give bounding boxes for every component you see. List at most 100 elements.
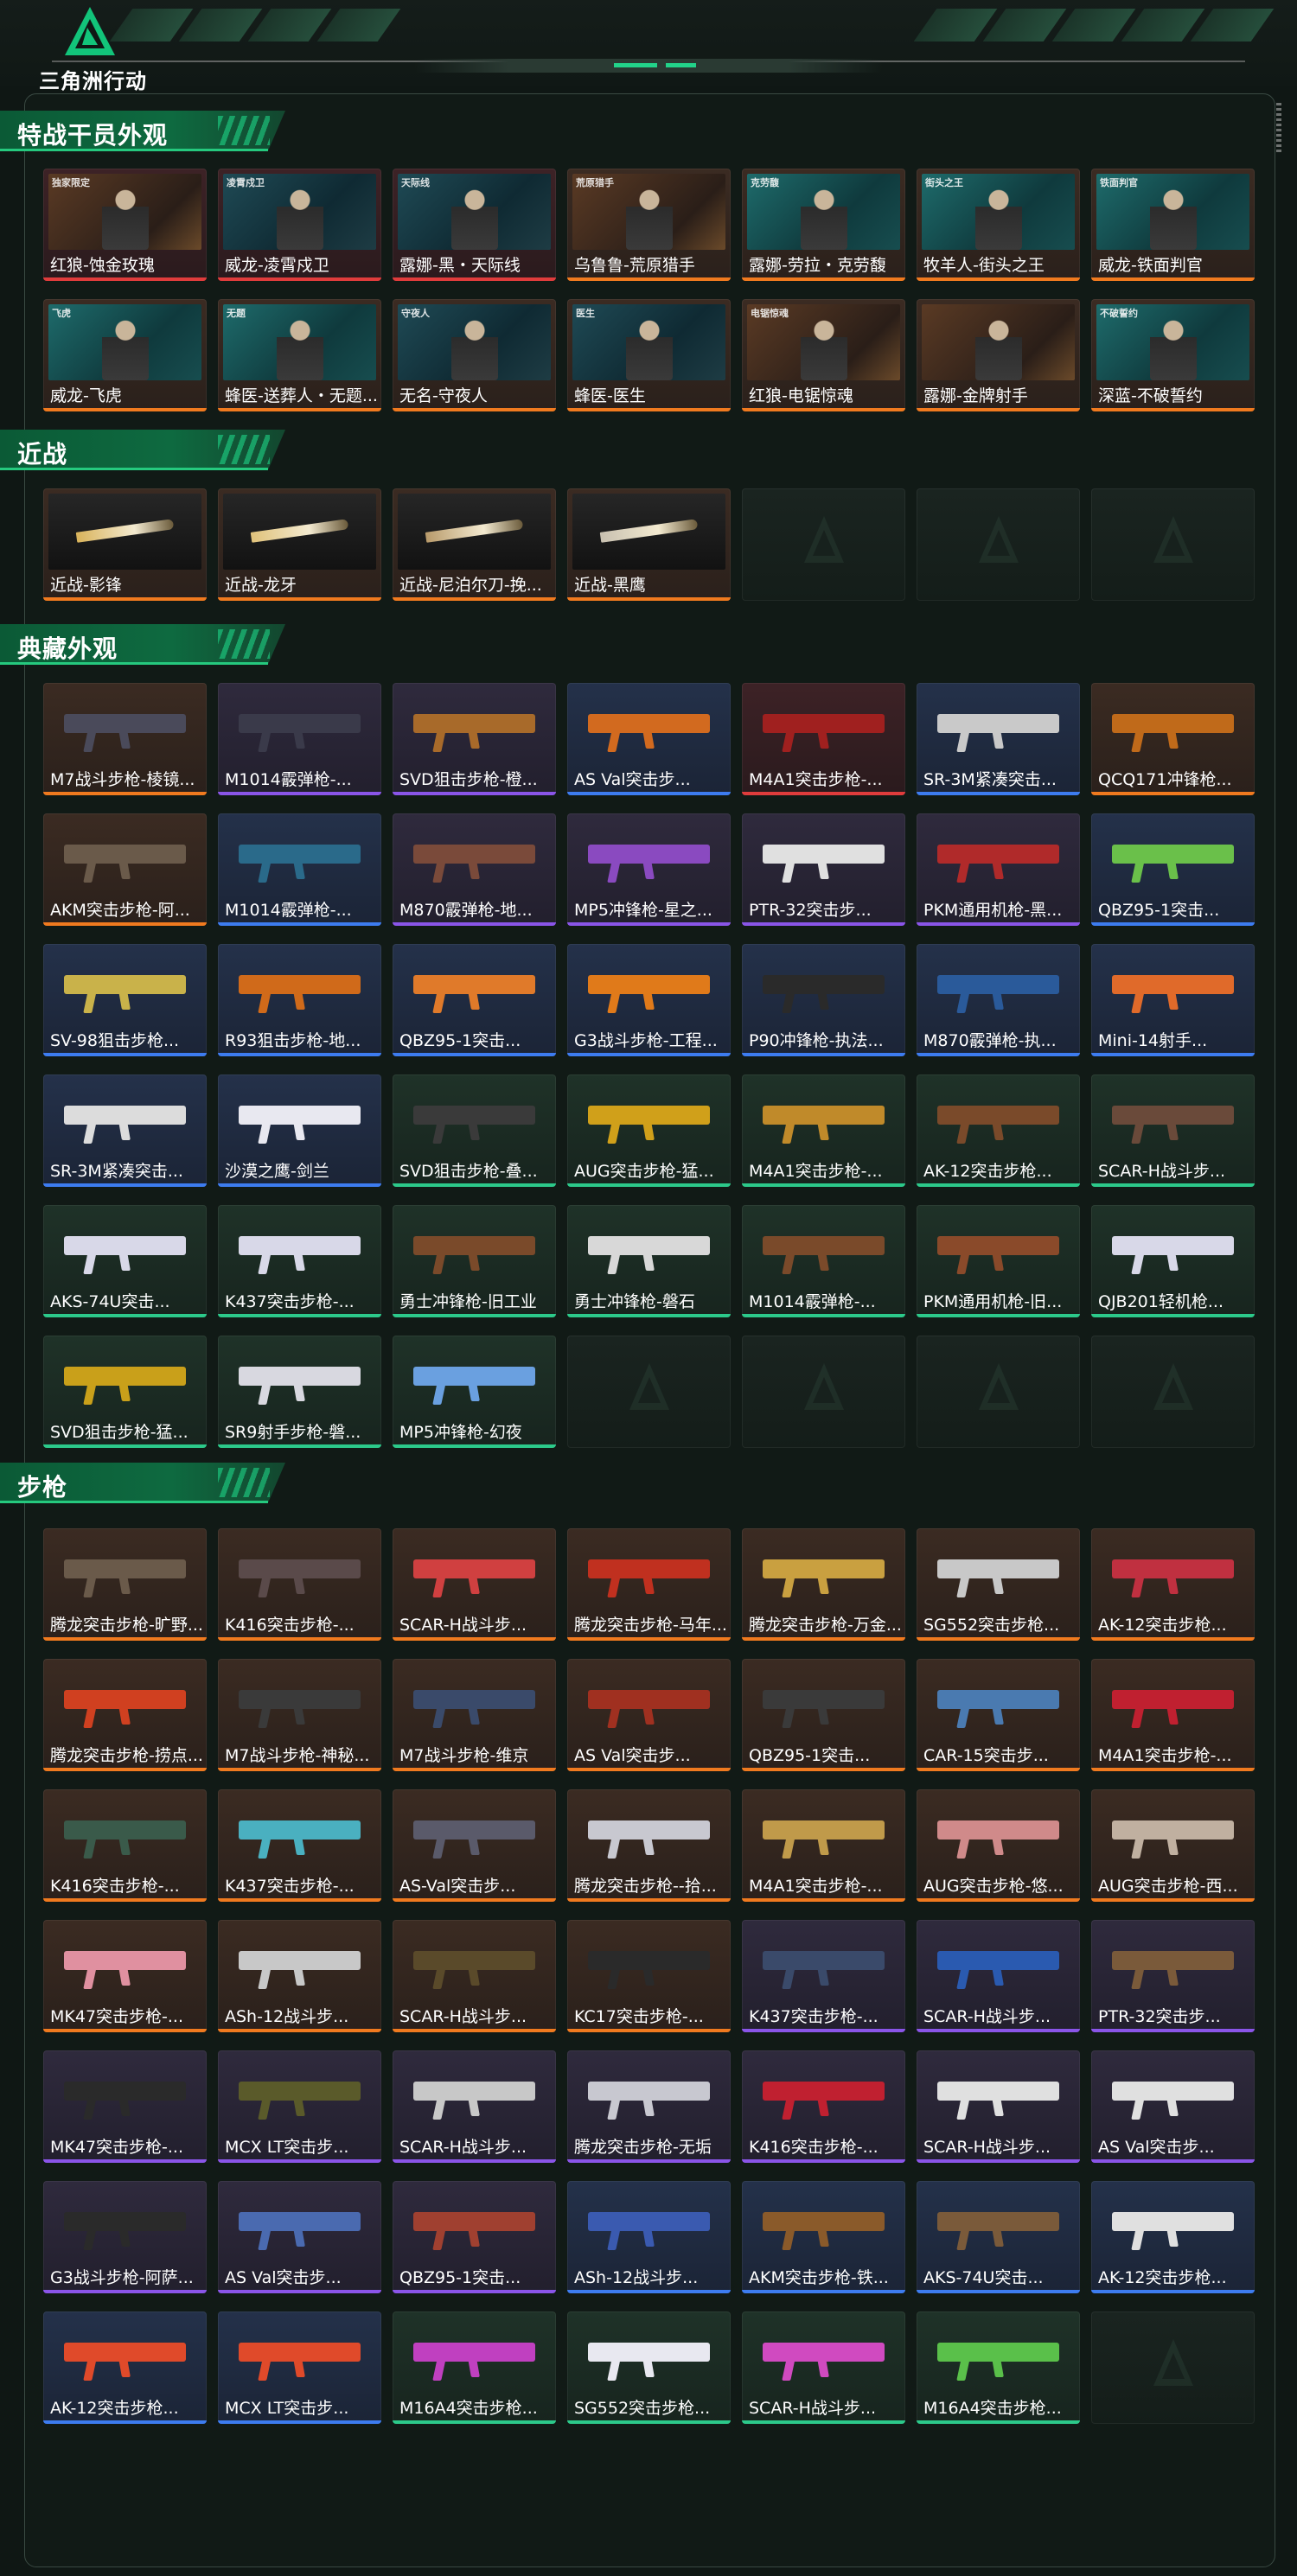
item-card[interactable]: ASh-12战斗步... (218, 1920, 381, 2032)
item-card[interactable]: QBZ95-1突击... (393, 944, 556, 1056)
item-card[interactable]: 近战-影锋 (43, 488, 207, 601)
item-card[interactable]: AUG突击步枪-猛... (567, 1074, 731, 1187)
item-card[interactable]: 克劳馥 露娜-劳拉・克劳馥 (742, 169, 905, 281)
item-card[interactable]: AK-12突击步枪... (43, 2311, 207, 2424)
item-card[interactable]: KC17突击步枪-... (567, 1920, 731, 2032)
item-card[interactable]: K416突击步枪-... (742, 2050, 905, 2163)
item-card[interactable]: M1014霰弹枪-... (218, 683, 381, 795)
item-card[interactable]: ASh-12战斗步... (567, 2181, 731, 2293)
item-card[interactable]: 凌霄戍卫 威龙-凌霄戍卫 (218, 169, 381, 281)
item-card[interactable]: MP5冲锋枪-星之... (567, 813, 731, 926)
item-card[interactable]: SR-3M紧凑突击... (43, 1074, 207, 1187)
item-card[interactable]: M16A4突击步枪... (393, 2311, 556, 2424)
item-card[interactable]: 铁面判官 威龙-铁面判官 (1091, 169, 1255, 281)
item-card[interactable]: AS Val突击步... (218, 2181, 381, 2293)
item-card[interactable]: K437突击步枪-... (218, 1205, 381, 1317)
item-card[interactable]: 守夜人 无名-守夜人 (393, 299, 556, 411)
item-card[interactable]: 露娜-金牌射手 (917, 299, 1080, 411)
item-card[interactable]: AUG突击步枪-悠... (917, 1789, 1080, 1902)
item-card[interactable]: SVD狙击步枪-橙... (393, 683, 556, 795)
item-card[interactable]: 沙漠之鹰-剑兰 (218, 1074, 381, 1187)
item-card[interactable]: M870霰弹枪-执... (917, 944, 1080, 1056)
item-card[interactable]: PTR-32突击步... (1091, 1920, 1255, 2032)
item-card[interactable]: AUG突击步枪-西... (1091, 1789, 1255, 1902)
item-card[interactable]: M1014霰弹枪-... (218, 813, 381, 926)
item-card[interactable]: 腾龙突击步枪-旷野... (43, 1528, 207, 1641)
item-card[interactable]: SCAR-H战斗步... (1091, 1074, 1255, 1187)
item-card[interactable]: AK-12突击步枪... (917, 1074, 1080, 1187)
item-card[interactable]: QJB201轻机枪... (1091, 1205, 1255, 1317)
item-card[interactable]: 医生 蜂医-医生 (567, 299, 731, 411)
item-card[interactable]: QBZ95-1突击... (742, 1659, 905, 1771)
item-card[interactable]: SR-3M紧凑突击... (917, 683, 1080, 795)
item-card[interactable]: QBZ95-1突击... (393, 2181, 556, 2293)
item-card[interactable]: G3战斗步枪-阿萨... (43, 2181, 207, 2293)
item-card[interactable]: 勇士冲锋枪-磐石 (567, 1205, 731, 1317)
item-card[interactable]: M16A4突击步枪... (917, 2311, 1080, 2424)
item-card[interactable]: M870霰弹枪-地... (393, 813, 556, 926)
item-card[interactable]: 飞虎 威龙-飞虎 (43, 299, 207, 411)
item-card[interactable]: AKS-74U突击... (43, 1205, 207, 1317)
item-card[interactable]: 腾龙突击步枪-捞点... (43, 1659, 207, 1771)
item-card[interactable]: 腾龙突击步枪-万金... (742, 1528, 905, 1641)
item-card[interactable]: AKM突击步枪-铁... (742, 2181, 905, 2293)
item-card[interactable]: 电锯惊魂 红狼-电锯惊魂 (742, 299, 905, 411)
item-card[interactable]: SVD狙击步枪-叠... (393, 1074, 556, 1187)
item-card[interactable]: AS Val突击步... (1091, 2050, 1255, 2163)
item-card[interactable]: AK-12突击步枪... (1091, 1528, 1255, 1641)
item-card[interactable]: 勇士冲锋枪-旧工业 (393, 1205, 556, 1317)
item-card[interactable]: P90冲锋枪-执法... (742, 944, 905, 1056)
item-card[interactable]: 街头之王 牧羊人-街头之王 (917, 169, 1080, 281)
item-card[interactable]: AK-12突击步枪... (1091, 2181, 1255, 2293)
item-card[interactable]: 荒原猎手 乌鲁鲁-荒原猎手 (567, 169, 731, 281)
item-card[interactable]: 独家限定 红狼-蚀金玫瑰 (43, 169, 207, 281)
item-card[interactable]: AKS-74U突击... (917, 2181, 1080, 2293)
item-card[interactable]: SG552突击步枪... (567, 2311, 731, 2424)
item-card[interactable]: K416突击步枪-... (43, 1789, 207, 1902)
item-card[interactable]: SCAR-H战斗步... (742, 2311, 905, 2424)
item-card[interactable]: MCX LT突击步... (218, 2311, 381, 2424)
item-card[interactable]: 近战-黑鹰 (567, 488, 731, 601)
item-card[interactable]: 不破誓约 深蓝-不破誓约 (1091, 299, 1255, 411)
item-card[interactable]: SG552突击步枪... (917, 1528, 1080, 1641)
item-card[interactable]: K416突击步枪-... (218, 1528, 381, 1641)
item-card[interactable]: 近战-尼泊尔刀-挽... (393, 488, 556, 601)
item-card[interactable]: K437突击步枪-... (742, 1920, 905, 2032)
item-card[interactable]: SV-98狙击步枪... (43, 944, 207, 1056)
item-card[interactable]: AKM突击步枪-阿... (43, 813, 207, 926)
item-card[interactable]: PKM通用机枪-旧... (917, 1205, 1080, 1317)
item-card[interactable]: Mini-14射手... (1091, 944, 1255, 1056)
item-card[interactable]: AS-Val突击步... (393, 1789, 556, 1902)
item-card[interactable]: 腾龙突击步枪-无垢 (567, 2050, 731, 2163)
item-card[interactable]: QBZ95-1突击... (1091, 813, 1255, 926)
item-card[interactable]: K437突击步枪-... (218, 1789, 381, 1902)
item-card[interactable]: 无题 蜂医-送葬人・无题... (218, 299, 381, 411)
item-card[interactable]: G3战斗步枪-工程... (567, 944, 731, 1056)
item-card[interactable]: 腾龙突击步枪-马年... (567, 1528, 731, 1641)
item-card[interactable]: M4A1突击步枪-... (742, 1074, 905, 1187)
item-card[interactable]: SR9射手步枪-磐... (218, 1336, 381, 1448)
item-card[interactable]: SCAR-H战斗步... (393, 2050, 556, 2163)
item-card[interactable]: R93狙击步枪-地... (218, 944, 381, 1056)
item-card[interactable]: M4A1突击步枪-... (1091, 1659, 1255, 1771)
item-card[interactable]: M7战斗步枪-棱镜... (43, 683, 207, 795)
item-card[interactable]: SCAR-H战斗步... (393, 1528, 556, 1641)
item-card[interactable]: MK47突击步枪-... (43, 2050, 207, 2163)
item-card[interactable]: M7战斗步枪-维京 (393, 1659, 556, 1771)
item-card[interactable]: M7战斗步枪-神秘... (218, 1659, 381, 1771)
item-card[interactable]: MP5冲锋枪-幻夜 (393, 1336, 556, 1448)
item-card[interactable]: AS Val突击步... (567, 1659, 731, 1771)
item-card[interactable]: SCAR-H战斗步... (917, 1920, 1080, 2032)
item-card[interactable]: AS Val突击步... (567, 683, 731, 795)
item-card[interactable]: QCQ171冲锋枪... (1091, 683, 1255, 795)
item-card[interactable]: M4A1突击步枪-... (742, 1789, 905, 1902)
item-card[interactable]: CAR-15突击步... (917, 1659, 1080, 1771)
item-card[interactable]: 近战-龙牙 (218, 488, 381, 601)
item-card[interactable]: SCAR-H战斗步... (917, 2050, 1080, 2163)
item-card[interactable]: M4A1突击步枪-... (742, 683, 905, 795)
item-card[interactable]: 腾龙突击步枪--拾... (567, 1789, 731, 1902)
item-card[interactable]: M1014霰弹枪-... (742, 1205, 905, 1317)
item-card[interactable]: MCX LT突击步... (218, 2050, 381, 2163)
item-card[interactable]: 天际线 露娜-黑・天际线 (393, 169, 556, 281)
item-card[interactable]: PTR-32突击步... (742, 813, 905, 926)
